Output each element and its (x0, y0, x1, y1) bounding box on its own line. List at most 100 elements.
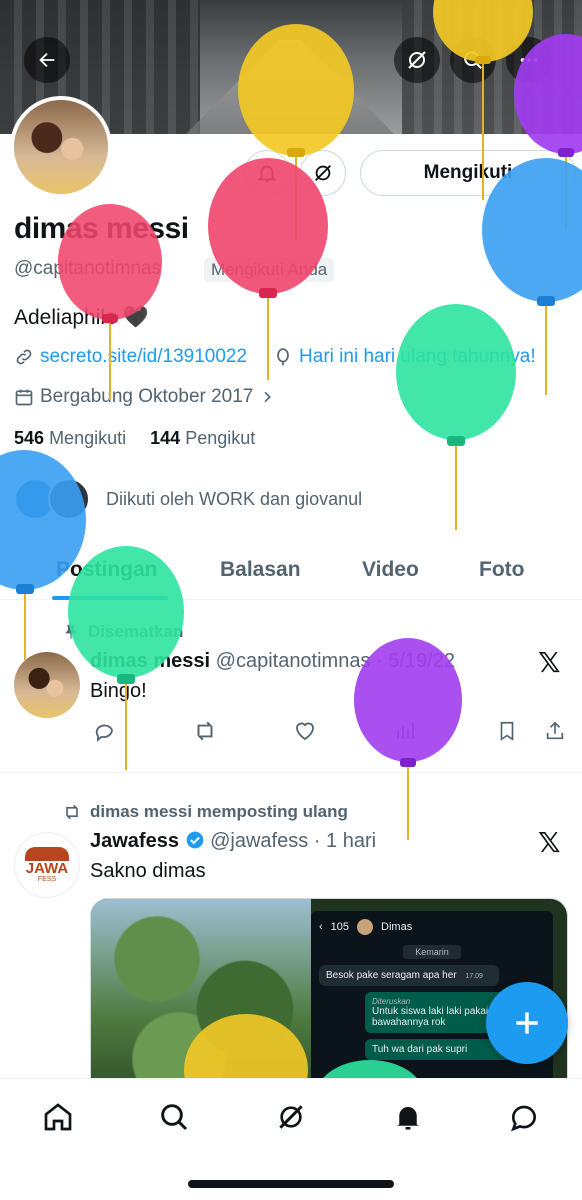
post-header: dimas messi @capitanotimnas · 5/19/22 (90, 650, 455, 672)
bookmark-button[interactable] (492, 716, 522, 746)
profile-bio: Adeliaphile 🖤 (14, 306, 149, 329)
follow-counts: 546 Mengikuti 144 Pengikut (14, 428, 255, 449)
link-icon (16, 349, 32, 365)
following-count: 546 (14, 428, 45, 448)
bell-plus-icon (257, 165, 277, 183)
followed-by-row[interactable]: Diikuti oleh WORK dan giovanul (14, 476, 362, 522)
tab-video[interactable]: Video (362, 540, 419, 600)
followers-label: Pengikut (185, 428, 256, 448)
search-icon (161, 1104, 188, 1131)
repost-icon (65, 804, 79, 820)
chat-day: Kemarin (403, 945, 461, 959)
x-logo-icon: 𝕏 (538, 646, 561, 679)
bookmark-icon (500, 721, 514, 741)
notifications-icon (396, 1107, 420, 1130)
post-text: Sakno dimas (90, 860, 206, 882)
birthday-text[interactable]: Hari ini hari ulang tahunnya! (299, 346, 536, 368)
nav-messages[interactable] (504, 1097, 544, 1137)
back-button[interactable] (24, 37, 70, 83)
notifications-toggle-button[interactable] (244, 150, 290, 196)
profile-meta-row: secreto.site/id/13910022 Hari ini hari u… (14, 346, 536, 368)
repost-icon (197, 721, 213, 741)
profile-link[interactable]: secreto.site/id/13910022 (40, 346, 247, 368)
plus-icon (516, 1012, 538, 1034)
post-text: Bingo! (90, 680, 147, 702)
pinned-label: Disematkan (62, 622, 183, 642)
share-icon (546, 721, 564, 740)
post-author-handle[interactable]: @capitanotimnas (216, 650, 371, 672)
tab-postingan[interactable]: Postingan (56, 540, 158, 600)
grok-profile-button[interactable] (300, 150, 346, 196)
grok-icon (315, 165, 331, 181)
joined-date: Bergabung Oktober 2017 (40, 386, 254, 407)
chat-message-time: 17.09 (465, 973, 483, 980)
chevron-left-icon: ‹ (319, 921, 323, 933)
views-icon (397, 723, 414, 739)
profile-name: dimas messi (14, 212, 189, 245)
search-button[interactable] (450, 37, 496, 83)
balloon-icon (277, 348, 289, 366)
post-actions (90, 716, 570, 746)
share-button[interactable] (540, 716, 570, 746)
chat-count: 105 (330, 921, 350, 933)
compose-post-button[interactable] (486, 982, 568, 1064)
avatar-logo-subtext: FESS (37, 876, 57, 883)
reply-icon (95, 724, 113, 743)
post-time: 5/19/22 (388, 650, 455, 672)
messages-icon (511, 1105, 537, 1132)
nav-grok[interactable] (271, 1097, 311, 1137)
post-author-name[interactable]: dimas messi (90, 650, 210, 672)
jawafess-avatar[interactable]: JAWA FESS (14, 832, 80, 898)
repost-label: dimas messi memposting ulang (62, 802, 348, 822)
heart-icon (296, 722, 314, 741)
profile-tabs: Postingan Balasan Video Foto (0, 540, 582, 600)
profile-avatar[interactable] (10, 96, 112, 198)
active-tab-indicator (52, 596, 168, 600)
joined-row[interactable]: Bergabung Oktober 2017 (14, 386, 275, 408)
tab-balasan[interactable]: Balasan (220, 540, 301, 600)
nav-notifications[interactable] (388, 1097, 428, 1137)
chat-contact: Dimas (381, 921, 413, 933)
grok-button[interactable] (394, 37, 440, 83)
reply-button[interactable] (90, 716, 120, 746)
follows-you-badge: Mengikuti Anda (204, 258, 335, 282)
post-time: 1 hari (326, 830, 377, 852)
post-author-handle[interactable]: @jawafess (210, 830, 308, 852)
post-avatar[interactable] (14, 652, 80, 718)
profile-handle: @capitanotimnas (14, 258, 162, 279)
grok-icon (279, 1105, 303, 1129)
mini-avatar (48, 478, 90, 520)
chat-avatar (357, 919, 374, 935)
chat-message-text: Besok pake seragam apa her (326, 970, 457, 981)
nav-search[interactable] (154, 1097, 194, 1137)
followed-by-avatars (14, 476, 94, 522)
tab-foto[interactable]: Foto (479, 540, 524, 600)
followers-link[interactable]: 144 Pengikut (150, 428, 255, 448)
following-button[interactable]: Mengikuti (360, 150, 576, 196)
post-divider (0, 772, 582, 773)
views-button[interactable] (390, 716, 420, 746)
grok-icon (408, 51, 426, 69)
avatar-logo-text: JAWA (25, 860, 69, 877)
chat-header: ‹ 105 Dimas (319, 919, 545, 935)
arrow-left-icon (39, 52, 55, 68)
chevron-right-icon (264, 391, 272, 403)
media-photo-leaves (91, 899, 311, 1097)
search-icon (464, 51, 482, 69)
verified-badge-icon (186, 831, 203, 849)
repost-button[interactable] (190, 716, 220, 746)
post-header: Jawafess @jawafess · 1 hari (90, 830, 377, 852)
repost-text: dimas messi memposting ulang (90, 802, 348, 821)
following-label: Mengikuti (49, 428, 127, 448)
followed-by-text: Diikuti oleh WORK dan giovanul (106, 488, 363, 509)
more-button[interactable] (506, 37, 552, 83)
banner-road (180, 40, 400, 134)
following-link[interactable]: 546 Mengikuti (14, 428, 126, 448)
more-icon (520, 58, 538, 62)
chat-bubble: Besok pake seragam apa her 17.09 (319, 965, 499, 986)
pinned-text: Disematkan (88, 622, 184, 641)
nav-home[interactable] (38, 1097, 78, 1137)
post-author-name[interactable]: Jawafess (90, 830, 179, 852)
calendar-icon (15, 389, 33, 406)
like-button[interactable] (290, 716, 320, 746)
